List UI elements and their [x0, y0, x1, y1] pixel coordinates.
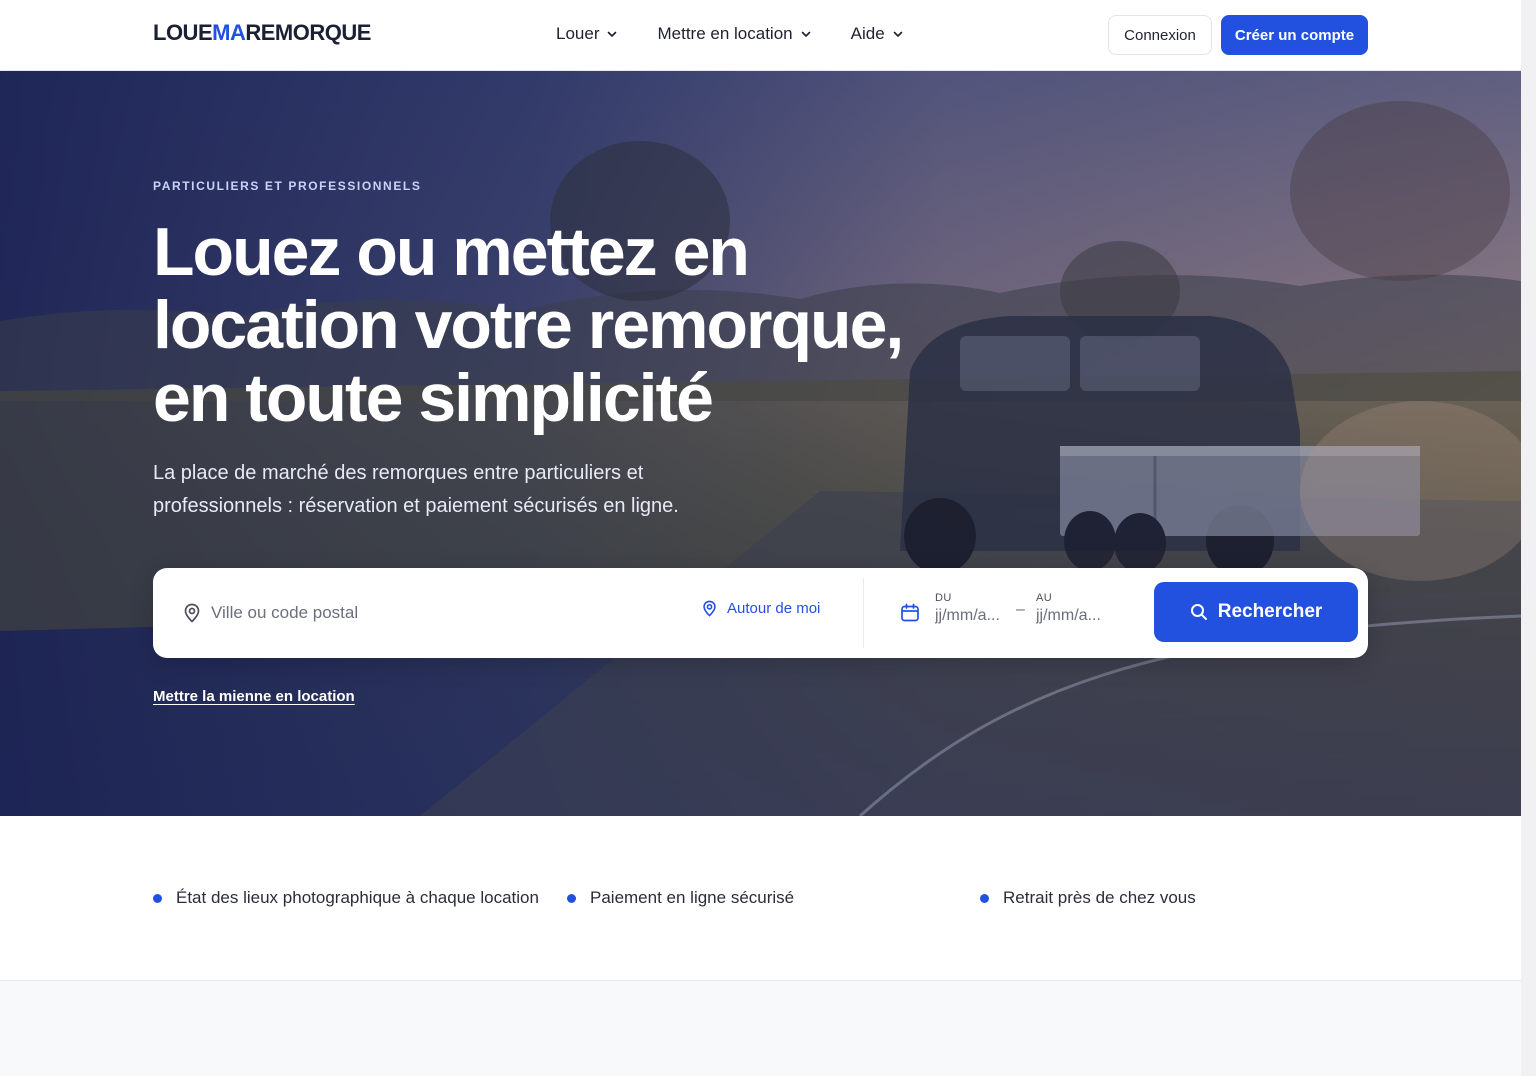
site-logo[interactable]: LOUEMAREMORQUE: [153, 20, 371, 46]
city-input[interactable]: [211, 598, 671, 628]
date-separator: –: [1016, 601, 1025, 618]
search-divider: [863, 578, 864, 648]
date-to-label: AU: [1036, 592, 1053, 604]
hero-section: PARTICULIERS ET PROFESSIONNELS Louez ou …: [0, 71, 1521, 816]
logo-part-remorque: REMORQUE: [245, 20, 371, 45]
date-from-input[interactable]: [935, 607, 1013, 625]
nav-item-aide[interactable]: Aide: [851, 24, 903, 44]
feature-label: État des lieux photographique à chaque l…: [176, 888, 539, 907]
map-pin-icon: [184, 603, 200, 623]
hero-eyebrow: PARTICULIERS ET PROFESSIONNELS: [153, 179, 422, 193]
date-from-label: DU: [935, 592, 952, 604]
feature-item: Paiement en ligne sécurisé: [567, 888, 794, 908]
feature-label: Retrait près de chez vous: [1003, 888, 1196, 907]
hero-headline: Louez ou mettez en location votre remorq…: [153, 214, 904, 436]
bullet-dot-icon: [153, 893, 162, 903]
chevron-down-icon: [608, 31, 617, 37]
search-button[interactable]: Rechercher: [1154, 582, 1358, 642]
near-me-button[interactable]: Autour de moi: [702, 600, 820, 617]
nav-item-mettre-en-location[interactable]: Mettre en location: [657, 24, 810, 44]
features-band: État des lieux photographique à chaque l…: [0, 816, 1521, 981]
main-nav: Louer Mettre en location Aide: [556, 24, 943, 44]
nav-item-label: Mettre en location: [657, 24, 793, 43]
date-from-group: DU: [935, 592, 1013, 625]
site-header: LOUEMAREMORQUE Louer Mettre en location …: [0, 0, 1521, 71]
bullet-dot-icon: [567, 893, 576, 903]
chevron-down-icon: [893, 31, 902, 37]
chevron-down-icon: [801, 31, 810, 37]
map-pin-icon: [703, 600, 716, 617]
date-to-input[interactable]: [1036, 607, 1114, 625]
bullet-dot-icon: [980, 893, 989, 903]
feature-label: Paiement en ligne sécurisé: [590, 888, 795, 907]
logo-part-loue: LOUE: [153, 20, 213, 45]
date-to-group: AU: [1036, 592, 1114, 625]
feature-item: Retrait près de chez vous: [980, 888, 1196, 908]
search-icon: [1190, 604, 1207, 620]
nav-item-label: Louer: [556, 24, 600, 43]
hero-subline: La place de marché des remorques entre p…: [153, 462, 679, 517]
search-button-label: Rechercher: [1217, 601, 1323, 622]
calendar-icon: [901, 603, 919, 622]
page: LOUEMAREMORQUE Louer Mettre en location …: [0, 0, 1521, 1076]
login-button[interactable]: Connexion: [1108, 15, 1212, 55]
lower-section: [0, 982, 1521, 1076]
nav-item-louer[interactable]: Louer: [556, 24, 617, 44]
rent-mine-link[interactable]: Mettre la mienne en location: [153, 688, 355, 705]
scrollbar-track[interactable]: [1521, 0, 1536, 1076]
logo-part-ma: MA: [212, 20, 246, 45]
search-box: Autour de moi DU – AU: [153, 568, 1368, 658]
feature-item: État des lieux photographique à chaque l…: [153, 888, 539, 908]
signup-button[interactable]: Créer un compte: [1221, 15, 1368, 55]
near-me-label: Autour de moi: [727, 600, 821, 617]
nav-item-label: Aide: [850, 24, 885, 43]
